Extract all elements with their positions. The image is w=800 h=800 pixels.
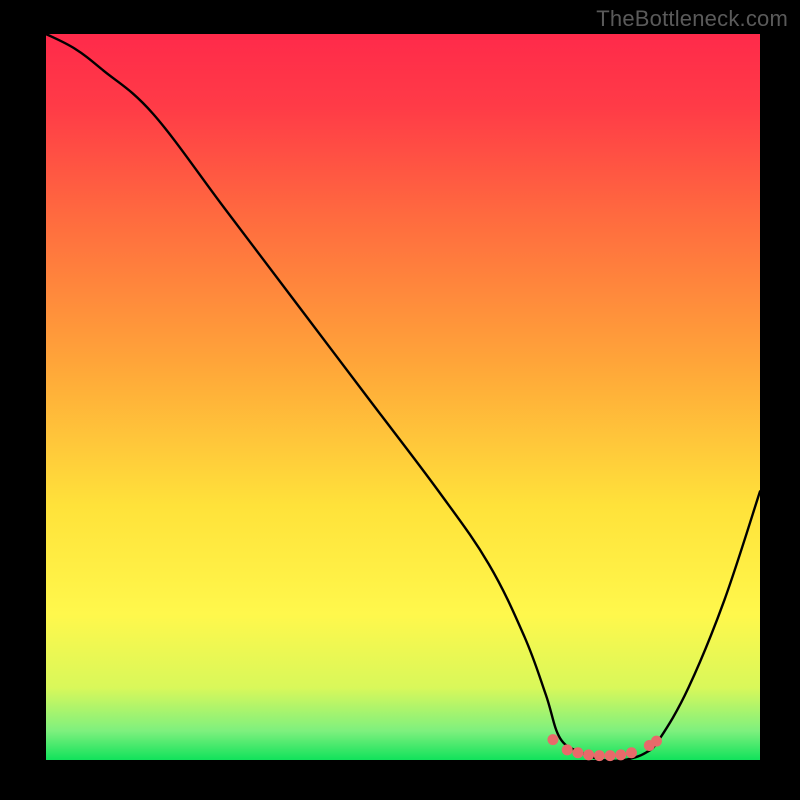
bottleneck-chart: [0, 0, 800, 800]
marker-dot: [651, 736, 662, 747]
marker-dot: [605, 750, 616, 761]
watermark-text: TheBottleneck.com: [596, 6, 788, 32]
marker-dot: [583, 749, 594, 760]
marker-dot: [615, 749, 626, 760]
marker-dot: [626, 747, 637, 758]
marker-dot: [572, 747, 583, 758]
gradient-background: [46, 34, 760, 760]
marker-dot: [547, 734, 558, 745]
chart-frame: { "watermark": "TheBottleneck.com", "plo…: [0, 0, 800, 800]
marker-dot: [562, 744, 573, 755]
marker-dot: [594, 750, 605, 761]
